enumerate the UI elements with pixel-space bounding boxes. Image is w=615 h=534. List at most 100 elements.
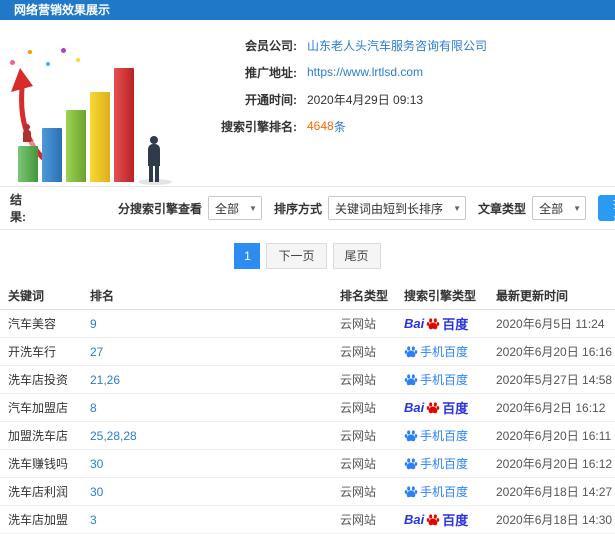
baidu-paw-icon xyxy=(426,401,440,415)
col-engine-type: 搜索引擎类型 xyxy=(404,289,477,303)
engine-type-cell: 手机百度 xyxy=(404,343,496,360)
rank-cell[interactable]: 8 xyxy=(90,401,340,415)
pagination-last-button[interactable]: 尾页 xyxy=(332,243,381,269)
table-row: 开洗车行 27 云网站 手机百度 2020年6月20日 16:16 xyxy=(0,338,615,366)
baidu-paw-icon xyxy=(404,373,418,387)
mobile-baidu-label: 手机百度 xyxy=(420,457,469,471)
promo-url-link[interactable]: https://www.lrtlsd.com xyxy=(307,65,423,79)
engine-rank-unit: 条 xyxy=(333,119,346,134)
update-time-cell: 2020年6月20日 16:16 xyxy=(496,345,613,359)
baidu-logo-cn: 百度 xyxy=(442,401,469,416)
rank-cell[interactable]: 9 xyxy=(90,317,340,331)
baidu-paw-icon xyxy=(404,457,418,471)
rank-cell[interactable]: 30 xyxy=(90,485,340,499)
results-table: 关键词 排名 排名类型 搜索引擎类型 最新更新时间 汽车美容 9 云网站 Bai… xyxy=(0,282,615,534)
update-time-cell: 2020年6月5日 11:24 xyxy=(496,317,605,331)
update-time-cell: 2020年5月27日 14:58 xyxy=(496,373,613,387)
engine-rank-label: 搜索引擎排名: xyxy=(221,119,297,134)
baidu-logo-text: Bai xyxy=(404,316,425,331)
baidu-paw-icon xyxy=(404,429,418,443)
table-row: 洗车店投资 21,26 云网站 手机百度 2020年5月27日 14:58 xyxy=(0,366,615,394)
engine-type-cell: 手机百度 xyxy=(404,483,496,500)
company-link[interactable]: 山东老人头汽车服务咨询有限公司 xyxy=(307,37,487,54)
table-row: 汽车加盟店 8 云网站 Bai 百度 2020年6月2日 16:12 xyxy=(0,394,615,422)
engine-type-cell: 手机百度 xyxy=(404,371,496,388)
update-time-cell: 2020年6月18日 14:27 xyxy=(496,485,613,499)
engine-type-cell: Bai 百度 xyxy=(404,398,496,417)
page-title: 网络营销效果展示 xyxy=(14,3,111,17)
keyword-cell: 汽车加盟店 xyxy=(8,401,69,415)
keyword-cell: 开洗车行 xyxy=(8,345,57,359)
rank-type-cell: 云网站 xyxy=(340,345,377,359)
person-figure xyxy=(144,136,164,182)
illustration-bar xyxy=(114,68,134,182)
sort-filter-label: 排序方式 xyxy=(274,201,323,216)
chevron-down-icon: ▼ xyxy=(249,203,257,213)
rank-type-cell: 云网站 xyxy=(340,429,377,443)
bar-chart-illustration xyxy=(6,42,184,185)
rank-cell[interactable]: 25,28,28 xyxy=(90,429,340,443)
chevron-down-icon: ▼ xyxy=(573,203,582,213)
table-row: 洗车店利润 30 云网站 手机百度 2020年6月18日 14:27 xyxy=(0,478,615,506)
mobile-baidu-label: 手机百度 xyxy=(420,429,469,443)
rank-type-cell: 云网站 xyxy=(340,317,377,331)
submit-button[interactable]: 提交 xyxy=(598,195,615,228)
keyword-cell: 洗车店投资 xyxy=(8,373,69,387)
rank-type-cell: 云网站 xyxy=(340,457,377,471)
engine-type-cell: Bai 百度 xyxy=(404,314,496,333)
illustration-bar xyxy=(66,110,86,182)
update-time-cell: 2020年6月20日 16:11 xyxy=(496,429,612,443)
table-row: 洗车赚钱吗 30 云网站 手机百度 2020年6月20日 16:12 xyxy=(0,450,615,478)
engine-type-cell: 手机百度 xyxy=(404,455,496,472)
pagination-page-1[interactable]: 1 xyxy=(234,243,261,269)
mobile-baidu-label: 手机百度 xyxy=(420,345,469,359)
col-keyword: 关键词 xyxy=(8,289,45,303)
article-type-filter-label: 文章类型 xyxy=(478,201,527,216)
update-time-cell: 2020年6月2日 16:12 xyxy=(496,401,606,415)
company-label: 会员公司: xyxy=(245,38,297,53)
confetti-dot xyxy=(76,58,80,62)
rank-type-cell: 云网站 xyxy=(340,485,377,499)
mobile-baidu-label: 手机百度 xyxy=(420,373,469,387)
open-time-label: 开通时间: xyxy=(245,92,297,107)
sort-filter-select[interactable]: 关键词由短到长排序 ▼ xyxy=(328,196,467,220)
filter-bar: 结果: 分搜索引擎查看 全部 ▼ 排序方式 关键词由短到长排序 ▼ 文章类型 全… xyxy=(0,186,615,230)
engine-filter-select[interactable]: 全部 ▼ xyxy=(208,196,263,220)
table-header-row: 关键词 排名 排名类型 搜索引擎类型 最新更新时间 xyxy=(0,282,615,310)
keyword-cell: 洗车店利润 xyxy=(8,485,69,499)
keyword-cell: 汽车美容 xyxy=(8,317,57,331)
rank-type-cell: 云网站 xyxy=(340,373,377,387)
pagination: 1 下一页 尾页 xyxy=(0,243,615,269)
baidu-logo-cn: 百度 xyxy=(442,317,469,332)
table-row: 加盟洗车店 25,28,28 云网站 手机百度 2020年6月20日 16:11 xyxy=(0,422,615,450)
baidu-paw-icon xyxy=(404,485,418,499)
chevron-down-icon: ▼ xyxy=(453,203,461,213)
rank-cell[interactable]: 27 xyxy=(90,345,340,359)
article-type-select[interactable]: 全部 ▼ xyxy=(532,196,587,220)
info-row-rank-count: 搜索引擎排名: 4648 条 xyxy=(195,117,615,135)
illustration-bar xyxy=(90,92,110,182)
table-row: 汽车美容 9 云网站 Bai 百度 2020年6月5日 11:24 xyxy=(0,310,615,338)
col-rank: 排名 xyxy=(90,289,115,303)
illustration-bar xyxy=(18,146,38,182)
table-row: 洗车店加盟 3 云网站 Bai 百度 2020年6月18日 14:30 xyxy=(0,506,615,534)
info-row-url: 推广地址: https://www.lrtlsd.com xyxy=(195,63,615,81)
col-update-time: 最新更新时间 xyxy=(496,289,569,303)
col-rank-type: 排名类型 xyxy=(340,289,389,303)
illustration-bar xyxy=(42,128,62,182)
page-title-bar: 网络营销效果展示 xyxy=(0,0,615,20)
rank-type-cell: 云网站 xyxy=(340,401,377,415)
baidu-logo-text: Bai xyxy=(404,400,425,415)
member-info-section: 会员公司: 山东老人头汽车服务咨询有限公司 推广地址: https://www.… xyxy=(0,20,615,186)
rank-cell[interactable]: 30 xyxy=(90,457,340,471)
mobile-baidu-label: 手机百度 xyxy=(420,485,469,499)
update-time-cell: 2020年6月20日 16:12 xyxy=(496,457,613,471)
promo-url-label: 推广地址: xyxy=(245,65,297,80)
rank-cell[interactable]: 21,26 xyxy=(90,373,340,387)
engine-filter-label: 分搜索引擎查看 xyxy=(117,201,202,216)
engine-type-cell: 手机百度 xyxy=(404,427,496,444)
pagination-next-button[interactable]: 下一页 xyxy=(266,243,327,269)
person-figure xyxy=(20,124,34,146)
info-row-company: 会员公司: 山东老人头汽车服务咨询有限公司 xyxy=(195,36,615,54)
baidu-paw-icon xyxy=(404,345,418,359)
